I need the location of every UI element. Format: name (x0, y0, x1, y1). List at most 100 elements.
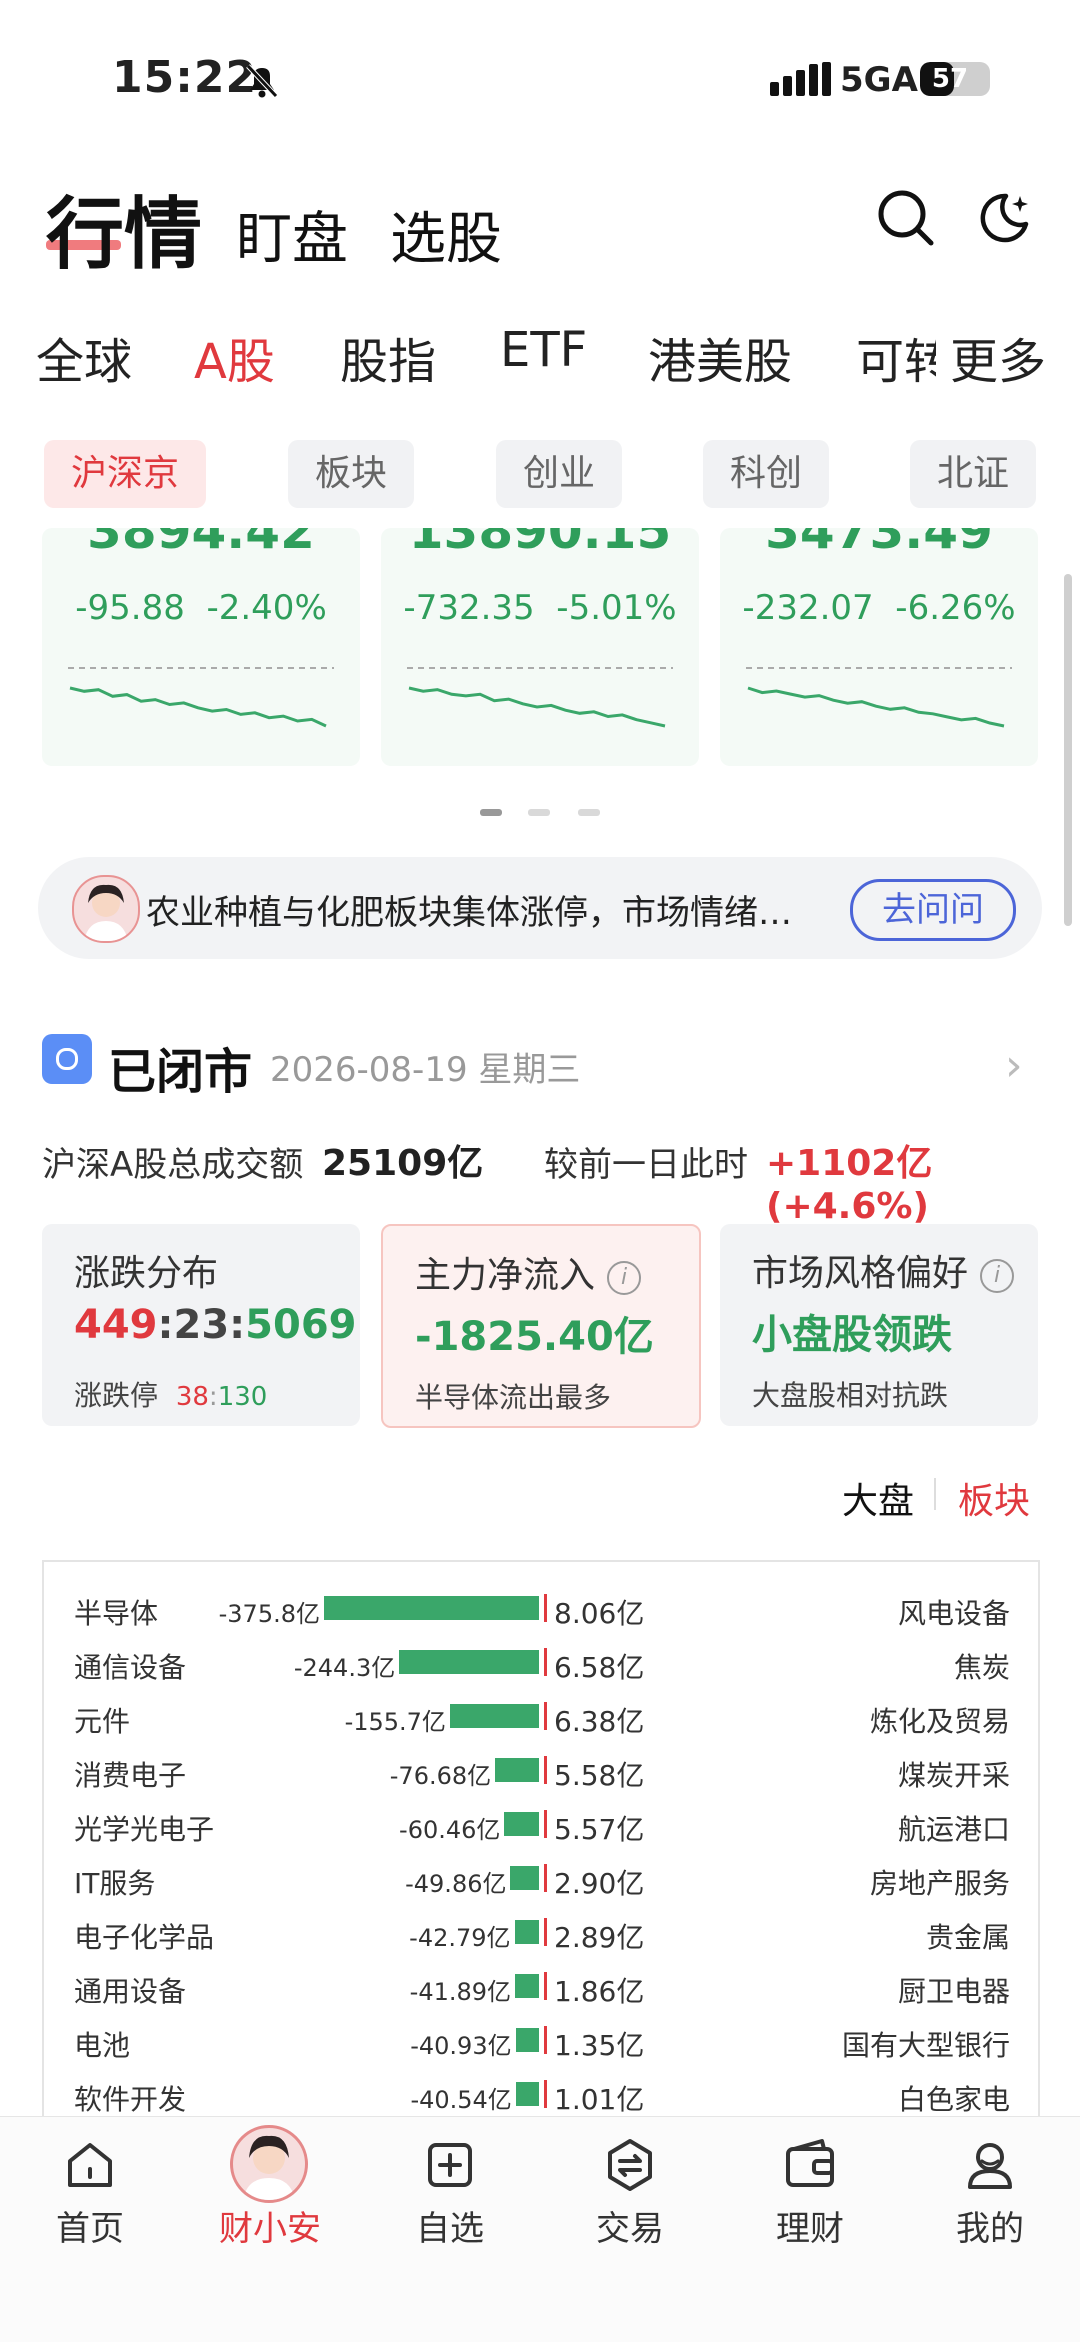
outflow-value: -49.86亿 (405, 1870, 507, 1898)
chip-sh-sz-bj[interactable]: 沪深京 (44, 440, 206, 508)
volume-label: 沪深A股总成交额 (42, 1145, 304, 1185)
outflow-bar (449, 1704, 539, 1728)
market-status: 已闭市 (108, 1044, 253, 1100)
index-value: 3894.42 (87, 528, 315, 560)
chip-star[interactable]: 科创 (703, 440, 829, 508)
outflow-sector-name: 软件开发 (74, 2083, 187, 2116)
inflow-value: 5.58亿 (554, 1759, 645, 1792)
sector-flow-row[interactable]: 半导体 -375.8亿 8.06亿 风电设备 (44, 1584, 1038, 1638)
net-inflow-card[interactable]: 主力净流入 i -1825.40亿 半导体流出最多 (381, 1224, 701, 1428)
sector-flow-row[interactable]: IT服务 -49.86亿 2.90亿 房地产服务 (44, 1854, 1038, 1908)
tab-hk-us[interactable]: 港美股 (648, 322, 792, 392)
outflow-sector-name: 电子化学品 (74, 1921, 215, 1954)
index-sparkline (746, 667, 1012, 728)
stat-title: 市场风格偏好 i (752, 1244, 1015, 1296)
inflow-sector-name: 风电设备 (897, 1597, 1010, 1630)
trade-icon (608, 2139, 652, 2191)
sector-flow-row[interactable]: 软件开发 -40.54亿 1.01亿 白色家电 (44, 2070, 1038, 2122)
sector-flow-chart: 半导体 -375.8亿 8.06亿 风电设备 通信设备 -244.3亿 6.58亿 焦炭 元件 -… (42, 1560, 1040, 2122)
outflow-sector-name: 半导体 (74, 1597, 159, 1630)
market-status-icon (42, 1034, 92, 1084)
inflow-bar (544, 1864, 547, 1892)
inflow-value: 8.06亿 (554, 1597, 645, 1630)
tab-convertible[interactable]: 可转 (856, 322, 936, 392)
net-inflow-value: -1825.40亿 (415, 1314, 654, 1360)
index-value: 13890.15 (408, 528, 672, 560)
inflow-sector-name: 国有大型银行 (841, 2029, 1010, 2062)
outflow-value: -42.79亿 (409, 1924, 511, 1952)
market-style-value: 小盘股领跌 (752, 1312, 952, 1358)
advance-decline-card[interactable]: 涨跌分布 449:23:5069 涨跌停 38:130 (42, 1224, 360, 1426)
limit-up-down: 涨跌停 38:130 (74, 1379, 268, 1412)
search-icon[interactable] (876, 188, 936, 248)
tab-stock-picker[interactable]: 选股 (390, 194, 502, 275)
page-title[interactable]: 行情 (46, 172, 202, 284)
home-icon (68, 2143, 112, 2187)
outflow-sector-name: 元件 (74, 1705, 131, 1738)
index-card[interactable]: 13890.15 -732.35 -5.01% (381, 528, 699, 766)
chip-sector[interactable]: 板块 (288, 440, 414, 508)
inflow-bar (544, 2080, 547, 2108)
inflow-bar (544, 1594, 547, 1622)
sector-flow-row[interactable]: 电池 -40.93亿 1.35亿 国有大型银行 (44, 2016, 1038, 2070)
sector-flow-row[interactable]: 通用设备 -41.89亿 1.86亿 厨卫电器 (44, 1962, 1038, 2016)
outflow-bar (495, 1758, 539, 1782)
outflow-bar (514, 1920, 539, 1944)
status-time: 15:22 (112, 52, 258, 103)
scrollbar[interactable] (1064, 574, 1072, 926)
outflow-value: -375.8亿 (218, 1600, 320, 1628)
compare-value: +1102亿(+4.6%) (766, 1143, 933, 1227)
battery-level: 57 (931, 64, 969, 94)
index-card[interactable]: 3894.42 -95.88 -2.40% (42, 528, 360, 766)
market-style-card[interactable]: 市场风格偏好 i 小盘股领跌 大盘股相对抗跌 (720, 1224, 1038, 1426)
tab-a-shares[interactable]: A股 (194, 322, 275, 392)
ai-news-banner[interactable]: 农业种植与化肥板块集体涨停，市场情绪… 去问问 (38, 857, 1042, 959)
toggle-sector[interactable]: 板块 (958, 1472, 1030, 1524)
info-icon: i (607, 1261, 642, 1295)
sparkline-path (69, 686, 327, 728)
outflow-bar (504, 1812, 539, 1836)
advance-decline-value: 449:23:5069 (74, 1302, 357, 1348)
index-card[interactable]: 3473.49 -232.07 -6.26% (720, 528, 1038, 766)
tab-more[interactable]: 更多 (950, 322, 1046, 392)
stat-title: 涨跌分布 (74, 1253, 219, 1294)
sector-flow-row[interactable]: 通信设备 -244.3亿 6.58亿 焦炭 (44, 1638, 1038, 1692)
sector-flow-row[interactable]: 电子化学品 -42.79亿 2.89亿 贵金属 (44, 1908, 1038, 1962)
tab-etf[interactable]: ETF (500, 322, 587, 378)
inflow-value: 6.58亿 (554, 1651, 645, 1684)
chevron-right-icon[interactable]: › (1005, 1040, 1023, 1091)
page-indicator (578, 809, 600, 816)
outflow-bar (515, 2028, 539, 2052)
outflow-value: -40.93亿 (410, 2032, 512, 2060)
toggle-market[interactable]: 大盘 (842, 1472, 914, 1524)
sector-flow-row[interactable]: 消费电子 -76.68亿 5.58亿 煤炭开采 (44, 1746, 1038, 1800)
sector-flow-row[interactable]: 光学光电子 -60.46亿 5.57亿 航运港口 (44, 1800, 1038, 1854)
inflow-sector-name: 焦炭 (953, 1651, 1010, 1684)
chip-beijing[interactable]: 北证 (910, 440, 1036, 508)
volume-value: 25109亿 (322, 1143, 484, 1184)
tab-indices[interactable]: 股指 (340, 322, 436, 392)
inflow-sector-name: 贵金属 (925, 1921, 1010, 1954)
chip-chinext[interactable]: 创业 (496, 440, 622, 508)
ask-button[interactable]: 去问问 (850, 879, 1016, 941)
outflow-bar (399, 1650, 539, 1674)
signal-icon (770, 62, 831, 98)
inflow-sector-name: 煤炭开采 (897, 1759, 1010, 1792)
wallet-icon (786, 2139, 834, 2187)
inflow-sector-name: 房地产服务 (869, 1867, 1010, 1900)
tab-watch[interactable]: 盯盘 (236, 194, 348, 275)
inflow-value: 6.38亿 (554, 1705, 645, 1738)
inflow-value: 1.86亿 (554, 1975, 645, 2008)
outflow-bar (324, 1596, 539, 1620)
sector-flow-row[interactable]: 元件 -155.7亿 6.38亿 炼化及贸易 (44, 1692, 1038, 1746)
night-mode-icon[interactable] (976, 190, 1032, 246)
assistant-avatar (72, 875, 140, 943)
inflow-bar (544, 1648, 547, 1676)
index-change: -232.07 -6.26% (742, 588, 1016, 628)
outflow-sector-name: 通用设备 (74, 1975, 187, 2008)
inflow-value: 1.01亿 (554, 2083, 645, 2116)
sparkline-path (747, 686, 1005, 728)
outflow-value: -76.68亿 (389, 1762, 492, 1790)
inflow-bar (544, 1756, 547, 1784)
tab-global[interactable]: 全球 (36, 322, 132, 392)
